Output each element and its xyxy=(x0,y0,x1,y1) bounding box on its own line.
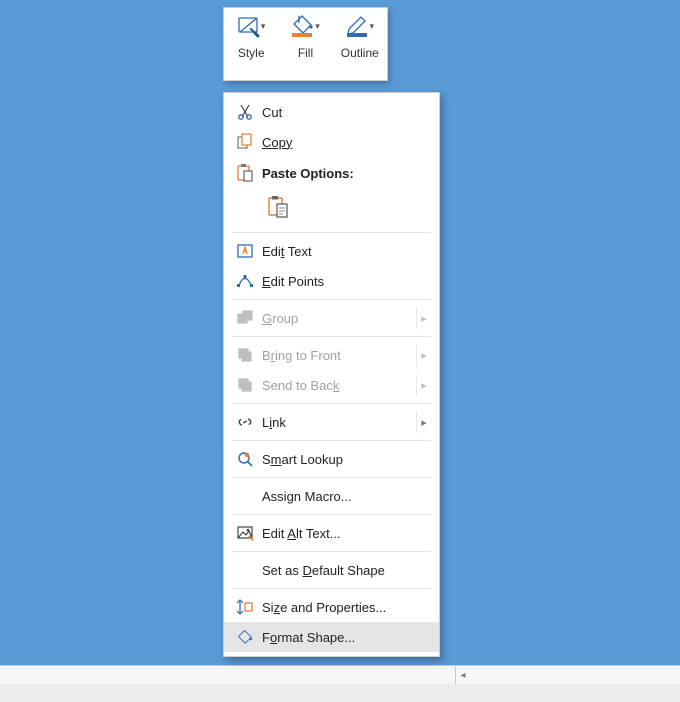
menu-label: Group xyxy=(258,311,417,326)
edit-text-icon xyxy=(232,243,258,259)
link-icon xyxy=(232,414,258,430)
chevron-down-icon: ▾ xyxy=(261,21,266,32)
style-icon xyxy=(237,15,259,37)
style-button[interactable]: ▾ Style xyxy=(226,12,276,60)
menu-label: Cut xyxy=(258,105,431,120)
separator xyxy=(232,403,431,404)
menu-paste-options-header: Paste Options: xyxy=(224,157,439,189)
menu-label: Assign Macro... xyxy=(258,489,431,504)
edit-points-icon xyxy=(232,273,258,289)
fill-button[interactable]: ▾ Fill xyxy=(280,12,330,60)
shape-context-menu: Cut Copy Paste Options: Edit Text Edit P… xyxy=(223,92,440,657)
chevron-right-icon: ▸ xyxy=(417,312,431,325)
menu-label: Smart Lookup xyxy=(258,452,431,467)
paste-option-default[interactable] xyxy=(262,191,294,223)
menu-group: Group ▸ xyxy=(224,303,439,333)
menu-label: Edit Text xyxy=(258,244,431,259)
menu-format-shape[interactable]: Format Shape... xyxy=(224,622,439,652)
status-bar: ◂ xyxy=(0,665,680,701)
menu-edit-text[interactable]: Edit Text xyxy=(224,236,439,266)
menu-label: Link xyxy=(258,415,417,430)
paste-options-row xyxy=(224,189,439,229)
menu-set-default-shape[interactable]: Set as Default Shape xyxy=(224,555,439,585)
scroll-left-icon[interactable]: ◂ xyxy=(456,670,470,681)
menu-link[interactable]: Link ▸ xyxy=(224,407,439,437)
style-label: Style xyxy=(238,46,265,60)
menu-label: Paste Options: xyxy=(258,166,431,181)
cut-icon xyxy=(232,104,258,120)
menu-label: Size and Properties... xyxy=(258,600,431,615)
send-to-back-icon xyxy=(232,377,258,393)
menu-label: Edit Points xyxy=(258,274,431,289)
menu-edit-points[interactable]: Edit Points xyxy=(224,266,439,296)
separator xyxy=(232,232,431,233)
outline-icon xyxy=(346,14,368,38)
menu-assign-macro[interactable]: Assign Macro... xyxy=(224,481,439,511)
separator xyxy=(232,588,431,589)
outline-button[interactable]: ▾ Outline xyxy=(335,12,385,60)
menu-send-to-back: Send to Back ▸ xyxy=(224,370,439,400)
separator xyxy=(232,440,431,441)
outline-label: Outline xyxy=(341,46,379,60)
menu-label: Format Shape... xyxy=(258,630,431,645)
menu-label: Send to Back xyxy=(258,378,417,393)
menu-copy[interactable]: Copy xyxy=(224,127,439,157)
separator xyxy=(232,477,431,478)
separator xyxy=(232,336,431,337)
menu-size-properties[interactable]: Size and Properties... xyxy=(224,592,439,622)
chevron-right-icon: ▸ xyxy=(417,379,431,392)
size-icon xyxy=(232,599,258,615)
fill-label: Fill xyxy=(298,46,313,60)
menu-label: Bring to Front xyxy=(258,348,417,363)
chevron-right-icon: ▸ xyxy=(417,349,431,362)
separator xyxy=(232,551,431,552)
chevron-right-icon: ▸ xyxy=(417,416,431,429)
menu-cut[interactable]: Cut xyxy=(224,97,439,127)
horizontal-scrollbar[interactable]: ◂ xyxy=(456,666,680,684)
chevron-down-icon: ▾ xyxy=(315,21,320,32)
bring-to-front-icon xyxy=(232,347,258,363)
menu-label: Copy xyxy=(258,135,431,150)
menu-bring-to-front: Bring to Front ▸ xyxy=(224,340,439,370)
copy-icon xyxy=(232,134,258,150)
smart-lookup-icon xyxy=(232,451,258,467)
alt-text-icon xyxy=(232,525,258,541)
group-icon xyxy=(232,310,258,326)
separator xyxy=(232,299,431,300)
menu-label: Edit Alt Text... xyxy=(258,526,431,541)
separator xyxy=(232,514,431,515)
format-shape-icon xyxy=(232,629,258,645)
fill-icon xyxy=(291,14,313,38)
shape-mini-toolbar: ▾ Style ▾ Fill ▾ Outline xyxy=(223,7,388,81)
menu-label: Set as Default Shape xyxy=(258,563,431,578)
paste-icon xyxy=(232,164,258,182)
menu-edit-alt-text[interactable]: Edit Alt Text... xyxy=(224,518,439,548)
menu-smart-lookup[interactable]: Smart Lookup xyxy=(224,444,439,474)
chevron-down-icon: ▾ xyxy=(370,21,375,32)
